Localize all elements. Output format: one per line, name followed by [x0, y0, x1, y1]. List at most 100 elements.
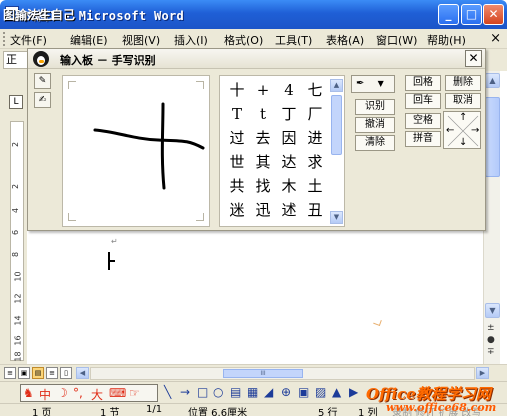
horizontal-scroll-track[interactable]: III	[90, 367, 475, 380]
wordart-icon[interactable]: ◢	[264, 386, 273, 399]
document-close-icon[interactable]: ×	[490, 31, 501, 46]
ime-chinese-mode[interactable]: 中	[39, 386, 51, 403]
print-view-button[interactable]: ▤	[32, 367, 44, 379]
scroll-down-button[interactable]: ▼	[485, 303, 500, 318]
panel-titlebar[interactable]: 输入板 － 手写识别 ✕	[28, 49, 485, 69]
candidate-scroll-up[interactable]: ▲	[330, 79, 343, 92]
status-position: 位置 6.6厘米	[188, 408, 248, 416]
candidate-char[interactable]: 4	[277, 79, 301, 101]
candidate-char[interactable]: 丁	[277, 103, 301, 125]
reading-view-button[interactable]: ▯	[60, 367, 72, 379]
menubar: 文件(F) 编辑(E) 视图(V) 插入(I) 格式(O) 工具(T) 表格(A…	[0, 29, 507, 49]
diagram-icon[interactable]: ⊕	[281, 386, 291, 399]
candidate-char[interactable]: 达	[277, 151, 301, 173]
more-tools-icon[interactable]: ▶	[349, 386, 358, 399]
candidate-char[interactable]: 其	[251, 151, 275, 173]
space-button[interactable]: 空格	[405, 113, 441, 129]
clear-button[interactable]: 清除	[355, 135, 395, 151]
candidate-char[interactable]: 迷	[225, 199, 249, 221]
outline-view-button[interactable]: ≡	[46, 367, 58, 379]
ime-logo-icon[interactable]: ♞	[23, 386, 34, 400]
web-view-button[interactable]: ▣	[18, 367, 30, 379]
oval-tool-icon[interactable]: ○	[213, 386, 223, 399]
candidate-char[interactable]: 进	[303, 127, 327, 149]
menu-format[interactable]: 格式(O)	[224, 32, 263, 48]
candidate-char[interactable]: +	[251, 79, 275, 101]
ruler-number: 10	[13, 271, 23, 282]
scroll-up-button[interactable]: ▲	[485, 73, 500, 88]
candidate-char[interactable]: 土	[303, 175, 327, 197]
paragraph-mark: ↵	[111, 237, 118, 246]
scroll-right-button[interactable]: ▶	[476, 367, 489, 379]
next-page-icon[interactable]: ∓	[487, 347, 495, 357]
candidate-char[interactable]: 迅	[251, 199, 275, 221]
cancel-button[interactable]: 取消	[445, 93, 481, 109]
menu-insert[interactable]: 插入(I)	[174, 32, 208, 48]
menu-tools[interactable]: 工具(T)	[275, 32, 312, 48]
menubar-grip[interactable]	[3, 32, 6, 46]
ime-moon-icon[interactable]: ☽	[57, 386, 68, 400]
browse-object-icon[interactable]: ●	[487, 335, 495, 345]
pen-icon[interactable]: ✍	[34, 92, 51, 108]
candidate-char[interactable]: 七	[303, 79, 327, 101]
candidate-char[interactable]: 找	[251, 175, 275, 197]
textbox-tool-icon[interactable]: ▤	[230, 386, 241, 399]
horizontal-scrollbar: ≡ ▣ ▤ ≡ ▯ ◀ III ▶	[0, 364, 507, 381]
candidate-scrollbar[interactable]: ▲ ▼	[330, 79, 343, 224]
document-page[interactable]: ↵	[27, 230, 483, 364]
menu-help[interactable]: 帮助(H)	[427, 32, 466, 48]
normal-view-button[interactable]: ≡	[4, 367, 16, 379]
scroll-left-button[interactable]: ◀	[76, 367, 89, 379]
handwriting-tool-icon[interactable]: ✎	[34, 73, 51, 89]
menu-view[interactable]: 视图(V)	[122, 32, 160, 48]
candidate-char[interactable]: 丑	[303, 199, 327, 221]
candidate-char[interactable]: 去	[251, 127, 275, 149]
picture-icon[interactable]: ▨	[315, 386, 326, 399]
ime-keyboard-icon[interactable]: ⌨	[109, 386, 126, 400]
cursor-arrow-pad[interactable]: ↑ ↓ ← →	[443, 111, 481, 149]
pen-style-dropdown[interactable]: ✒ ▼	[351, 75, 395, 93]
candidate-char[interactable]: 木	[277, 175, 301, 197]
backspace-button[interactable]: 回格	[405, 75, 441, 91]
candidate-char[interactable]: 共	[225, 175, 249, 197]
menu-window[interactable]: 窗口(W)	[376, 32, 417, 48]
undo-button[interactable]: 撤消	[355, 117, 395, 133]
candidate-char[interactable]: t	[251, 103, 275, 125]
candidate-char[interactable]: T	[225, 103, 249, 125]
vertical-textbox-icon[interactable]: ▦	[247, 386, 258, 399]
close-button[interactable]: ✕	[483, 4, 504, 25]
enter-button[interactable]: 回车	[405, 93, 441, 109]
candidate-char[interactable]: 世	[225, 151, 249, 173]
candidate-char[interactable]: 过	[225, 127, 249, 149]
scroll-thumb[interactable]	[485, 97, 500, 177]
tab-stop-selector[interactable]: L	[9, 95, 23, 109]
candidate-scroll-thumb[interactable]	[331, 95, 342, 155]
previous-page-icon[interactable]: ±	[487, 323, 495, 333]
ime-punctuation-icon[interactable]: °,	[73, 386, 83, 400]
delete-button[interactable]: 删除	[445, 75, 481, 91]
pinyin-button[interactable]: 拼音	[405, 131, 441, 147]
arrow-tool-icon[interactable]: →	[180, 386, 190, 399]
rectangle-tool-icon[interactable]: □	[197, 386, 208, 399]
candidate-char[interactable]: 因	[277, 127, 301, 149]
menu-file[interactable]: 文件(F)	[10, 32, 47, 48]
horizontal-scroll-thumb[interactable]: III	[223, 369, 303, 378]
menu-edit[interactable]: 编辑(E)	[70, 32, 108, 48]
fill-color-icon[interactable]: ▲	[332, 386, 341, 399]
handwriting-canvas[interactable]	[62, 75, 210, 227]
panel-close-button[interactable]: ✕	[465, 50, 482, 67]
line-tool-icon[interactable]: ╲	[164, 386, 171, 399]
recognize-button[interactable]: 识别	[355, 99, 395, 115]
candidate-scroll-down[interactable]: ▼	[330, 211, 343, 224]
maximize-button[interactable]: □	[461, 4, 482, 25]
left-ruler-strip: L 2 2 4 6 8 10 12 14 16 18	[0, 71, 27, 364]
ime-fullwidth-icon[interactable]: 大	[91, 386, 103, 403]
clipart-icon[interactable]: ▣	[298, 386, 309, 399]
ime-cursor-icon[interactable]: ☞	[129, 386, 140, 400]
candidate-char[interactable]: 厂	[303, 103, 327, 125]
menu-table[interactable]: 表格(A)	[326, 32, 364, 48]
candidate-char[interactable]: 十	[225, 79, 249, 101]
candidate-char[interactable]: 求	[303, 151, 327, 173]
minimize-button[interactable]: _	[438, 4, 459, 25]
candidate-char[interactable]: 述	[277, 199, 301, 221]
